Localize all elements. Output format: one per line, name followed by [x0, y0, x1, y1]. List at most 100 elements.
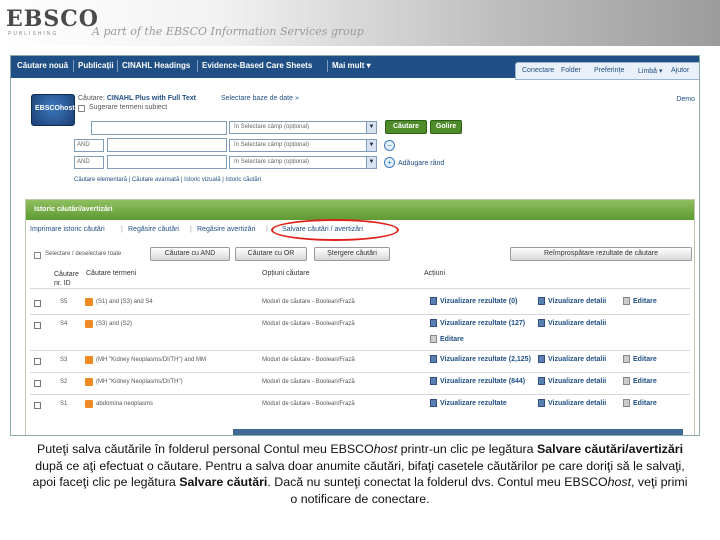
view-results-link[interactable]: Vizualizare rezultate (127) — [440, 320, 525, 327]
add-row-link[interactable]: Adăugare rând — [384, 160, 444, 167]
brand-header: EBSCO PUBLISHING A part of the EBSCO Inf… — [0, 0, 720, 46]
search-with-or-button[interactable]: Căutare cu OR — [235, 247, 307, 261]
col-search-id: Căutare nr. ID — [54, 271, 79, 287]
retrieve-alerts-link[interactable]: Regăsire avertizări — [197, 226, 255, 233]
nav-cinahl-headings[interactable]: CINAHL Headings — [122, 61, 190, 70]
choose-databases-link[interactable]: Selectare baze de date » — [221, 95, 299, 102]
suggest-terms-label: Sugerare termeni subiect — [89, 104, 168, 111]
search-input-3[interactable] — [107, 155, 227, 169]
clear-button[interactable]: Golire — [430, 120, 462, 134]
select-all-checkbox[interactable] — [34, 252, 41, 259]
view-details-icon — [538, 297, 545, 305]
view-results-icon — [430, 377, 437, 385]
row-id: S3 — [60, 357, 68, 363]
edit-icon — [623, 399, 630, 407]
view-results-link[interactable]: Vizualizare rezultate (0) — [440, 298, 517, 305]
select-all-label: Selectare / deselectare toate — [45, 251, 122, 257]
util-language[interactable]: Limbă ▾ — [638, 67, 663, 75]
view-results-link[interactable]: Vizualizare rezultate — [440, 400, 507, 407]
edit-link[interactable]: Editare — [440, 336, 464, 343]
search-history-panel: Istoric căutări/avertizări Imprimare ist… — [25, 199, 695, 435]
nav-care-sheets[interactable]: Evidence-Based Care Sheets — [202, 61, 312, 70]
util-folder[interactable]: Folder — [561, 67, 581, 74]
util-preferences[interactable]: Preferințe — [594, 67, 624, 74]
view-details-icon — [538, 355, 545, 363]
highlight-oval — [271, 219, 399, 241]
view-details-icon — [538, 319, 545, 327]
row-options: Moduri de căutare - Boolean/Frază — [262, 379, 355, 385]
col-search-options: Opțiuni căutare — [262, 270, 310, 277]
view-details-link[interactable]: Vizualizare detalii — [548, 378, 606, 385]
ebsco-logo-sub: PUBLISHING — [8, 31, 59, 37]
edit-icon — [430, 335, 437, 343]
print-history-link[interactable]: Imprimare istoric căutări — [30, 226, 105, 233]
view-results-link[interactable]: Vizualizare rezultate (2,125) — [440, 356, 531, 363]
row-checkbox[interactable] — [34, 380, 41, 387]
chevron-down-icon: ▼ — [366, 122, 376, 133]
instruction-caption: Puteţi salva căutările în folderul perso… — [32, 442, 688, 506]
row-checkbox[interactable] — [34, 300, 41, 307]
search-button[interactable]: Căutare — [385, 120, 427, 134]
edit-link[interactable]: Editare — [633, 378, 657, 385]
searching-label: Căutare: CINAHL Plus with Full Text — [78, 95, 197, 102]
row-checkbox[interactable] — [34, 402, 41, 409]
row-checkbox[interactable] — [34, 322, 41, 329]
rss-icon[interactable] — [85, 356, 93, 364]
search-mode-links[interactable]: Căutare elementară | Căutare avansată | … — [74, 177, 261, 183]
field-select-2[interactable]: în Selectare câmp (opțional) ▼ — [229, 139, 377, 152]
remove-row-icon[interactable]: − — [384, 140, 395, 151]
field-select-1[interactable]: în Selectare câmp (opțional) ▼ — [229, 121, 377, 134]
row-terms: (MH "Kidney Neoplasms/DI/TH") and MM — [96, 357, 206, 363]
edit-icon — [623, 377, 630, 385]
edit-icon — [623, 297, 630, 305]
edit-link[interactable]: Editare — [633, 356, 657, 363]
search-input-2[interactable] — [107, 138, 227, 152]
edit-link[interactable]: Editare — [633, 400, 657, 407]
view-results-icon — [430, 319, 437, 327]
ebsco-logo: EBSCO — [6, 6, 99, 32]
edit-icon — [623, 355, 630, 363]
view-details-link[interactable]: Vizualizare detalii — [548, 356, 606, 363]
delete-searches-button[interactable]: Ștergere căutări — [314, 247, 390, 261]
utility-nav: Conectare Folder Preferințe Limbă ▾ Ajut… — [515, 62, 699, 80]
row-options: Moduri de căutare - Boolean/Frază — [262, 299, 355, 305]
view-details-link[interactable]: Vizualizare detalii — [548, 320, 606, 327]
rss-icon[interactable] — [85, 378, 93, 386]
ebscohost-logo: EBSCOhost — [31, 94, 75, 126]
util-help[interactable]: Ajutor — [671, 67, 689, 74]
field-select-3[interactable]: în Selectare câmp (opțional) ▼ — [229, 156, 377, 169]
view-details-link[interactable]: Vizualizare detalii — [548, 400, 606, 407]
nav-more[interactable]: Mai mult ▾ — [332, 61, 371, 70]
view-results-icon — [430, 399, 437, 407]
view-results-icon — [430, 355, 437, 363]
bool-operator-1[interactable]: AND — [74, 139, 104, 152]
rss-icon[interactable] — [85, 400, 93, 408]
edit-link[interactable]: Editare — [633, 298, 657, 305]
util-sign-in[interactable]: Conectare — [522, 67, 554, 74]
view-results-link[interactable]: Vizualizare rezultate (844) — [440, 378, 525, 385]
row-terms: (MH "Kidney Neoplasms/DI/TH") — [96, 379, 183, 385]
suggest-terms-checkbox[interactable] — [78, 105, 85, 112]
nav-new-search[interactable]: Căutare nouă — [17, 61, 68, 70]
history-header: Istoric căutări/avertizări — [26, 200, 694, 220]
col-search-terms: Căutare termeni — [86, 270, 137, 277]
chevron-down-icon: ▼ — [366, 157, 376, 168]
rss-icon[interactable] — [85, 320, 93, 328]
row-checkbox[interactable] — [34, 358, 41, 365]
bool-operator-2[interactable]: AND — [74, 156, 104, 169]
retrieve-searches-link[interactable]: Regăsire căutări — [128, 226, 179, 233]
top-navigation: Căutare nouă Publicații CINAHL Headings … — [11, 56, 699, 80]
row-id: S1 — [60, 401, 68, 407]
demo-link[interactable]: Demo — [676, 96, 695, 103]
ebscohost-screenshot: Căutare nouă Publicații CINAHL Headings … — [10, 55, 700, 436]
row-terms: (S3) and (S2) — [96, 321, 133, 327]
view-details-link[interactable]: Vizualizare detalii — [548, 298, 606, 305]
search-with-and-button[interactable]: Căutare cu AND — [150, 247, 230, 261]
nav-publications[interactable]: Publicații — [78, 61, 114, 70]
search-input-1[interactable] — [91, 121, 227, 135]
col-actions: Acțiuni — [424, 270, 446, 277]
chevron-down-icon: ▼ — [366, 140, 376, 151]
brand-tagline: A part of the EBSCO Information Services… — [92, 25, 364, 38]
rss-icon[interactable] — [85, 298, 93, 306]
refresh-results-button[interactable]: Reîmprospătare rezultate de căutare — [510, 247, 692, 261]
